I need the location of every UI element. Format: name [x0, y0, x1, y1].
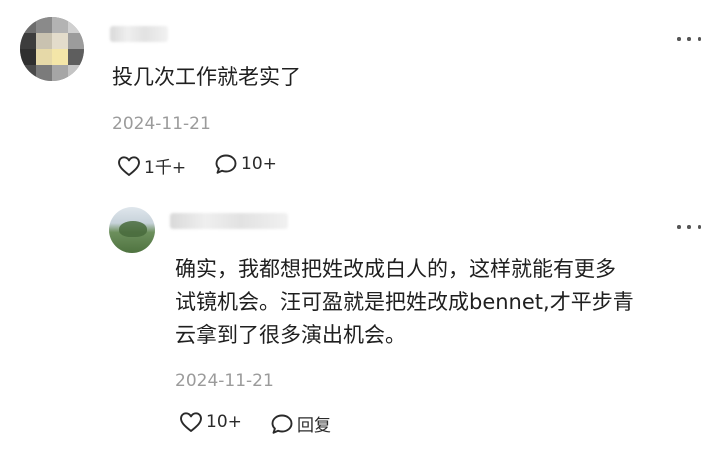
speech-bubble-icon [215, 154, 237, 174]
reply-username-blurred[interactable] [170, 213, 288, 229]
reply-avatar[interactable] [109, 207, 155, 253]
reply-date: 2024-11-21 [175, 371, 274, 391]
main-comment-avatar[interactable] [20, 17, 84, 81]
reply-more-options-icon[interactable] [677, 222, 701, 232]
reply-like-button[interactable]: 10+ [179, 411, 242, 433]
reply-reply-button[interactable]: 回复 [270, 411, 331, 436]
main-comment-reply-button[interactable]: 10+ [214, 153, 277, 175]
reply-text-line-2: 试镜机会。汪可盈就是把姓改成bennet,才平步青 [175, 290, 634, 314]
main-comment-date: 2024-11-21 [112, 114, 211, 134]
reply-text: 确实，我都想把姓改成白人的，这样就能有更多 试镜机会。汪可盈就是把姓改成benn… [175, 253, 695, 352]
more-options-icon[interactable] [677, 34, 701, 44]
main-comment-username-blurred[interactable] [110, 26, 168, 42]
main-comment-like-button[interactable]: 1千+ [117, 153, 186, 178]
main-comment-comment-count: 10+ [241, 154, 277, 174]
reply-text-line-1: 确实，我都想把姓改成白人的，这样就能有更多 [175, 257, 616, 281]
reply-text-line-3: 云拿到了很多演出机会。 [175, 323, 406, 347]
main-comment-like-count: 1千+ [144, 158, 187, 178]
reply-like-count: 10+ [206, 412, 242, 432]
heart-outline-icon [180, 412, 202, 432]
heart-outline-icon [118, 155, 140, 176]
main-comment-text: 投几次工作就老实了 [112, 65, 301, 89]
reply-button-label: 回复 [297, 416, 331, 436]
speech-bubble-icon [271, 414, 293, 434]
